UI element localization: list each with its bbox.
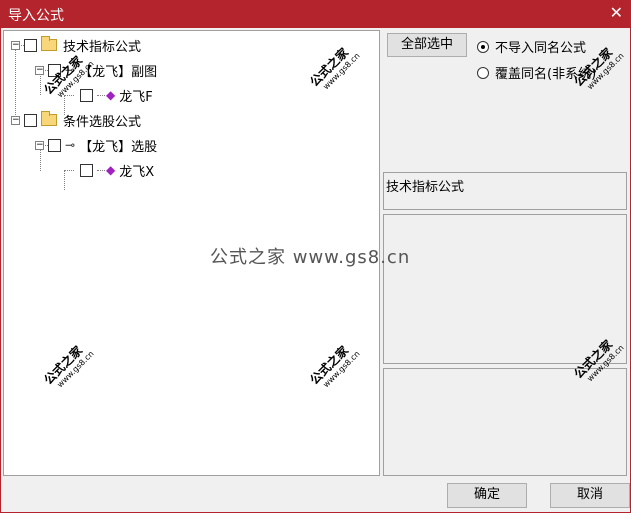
formula-gem-icon: ◆: [106, 163, 116, 177]
formula-category-box: 技术指标公式: [383, 172, 627, 210]
tree-checkbox[interactable]: [48, 63, 61, 77]
folder-icon: [41, 111, 57, 126]
formula-gem-icon: ◆: [106, 88, 116, 102]
key-icon: ⊸: [65, 138, 76, 152]
radio-skip-same-name[interactable]: [477, 40, 489, 53]
folder-icon: [41, 36, 57, 51]
option-overwrite-same-name[interactable]: 覆盖同名(非系统): [477, 63, 596, 82]
tree-node-label: 技术指标公式: [63, 39, 142, 55]
tree-node-indicator-formulas[interactable]: − 技术指标公式: [11, 35, 141, 55]
cancel-button[interactable]: 取消: [550, 483, 630, 508]
formula-description-box: [383, 214, 627, 364]
close-icon[interactable]: ✕: [610, 3, 623, 22]
formula-connector: [97, 94, 105, 96]
key-icon: ⊸: [65, 63, 76, 77]
tree-node-formula-x[interactable]: ◆ 龙飞X: [80, 160, 154, 180]
tree-connector: [64, 170, 74, 171]
collapse-icon[interactable]: −: [35, 140, 44, 150]
import-dialog: − 技术指标公式 − ⊸ 【龙飞】副图 ◆ 龙飞F − 条件选股公式 − ⊸ 【…: [0, 27, 631, 513]
ok-button[interactable]: 确定: [447, 483, 527, 508]
window-title: 导入公式: [8, 8, 64, 24]
radio-overwrite-same-name[interactable]: [477, 66, 489, 79]
collapse-icon[interactable]: −: [35, 65, 44, 75]
formula-connector: [97, 169, 105, 171]
formula-category-text: 技术指标公式: [386, 180, 465, 195]
tree-connector: [64, 95, 74, 96]
option-label: 覆盖同名(非系统): [495, 67, 597, 82]
select-all-button[interactable]: 全部选中: [387, 33, 467, 57]
tree-node-formula-f[interactable]: ◆ 龙飞F: [80, 85, 153, 105]
tree-checkbox[interactable]: [80, 88, 93, 102]
option-skip-same-name[interactable]: 不导入同名公式: [477, 37, 586, 56]
tree-node-label: 条件选股公式: [63, 114, 142, 130]
tree-node-label: 龙飞F: [119, 89, 153, 105]
tree-node-screening-formulas[interactable]: − 条件选股公式: [11, 110, 141, 130]
center-watermark: 公式之家 www.gs8.cn: [210, 247, 411, 268]
tree-node-sub-chart[interactable]: − ⊸ 【龙飞】副图: [35, 60, 157, 80]
tree-checkbox[interactable]: [48, 138, 61, 152]
tree-node-label: 【龙飞】副图: [79, 64, 158, 80]
title-bar: 导入公式 ✕: [0, 0, 631, 27]
tree-checkbox[interactable]: [24, 38, 37, 52]
tree-node-label: 龙飞X: [119, 164, 155, 180]
tree-checkbox[interactable]: [24, 113, 37, 127]
formula-details-box: [383, 368, 627, 476]
tree-checkbox[interactable]: [80, 163, 93, 177]
tree-node-label: 【龙飞】选股: [79, 139, 158, 155]
tree-node-stock-screen[interactable]: − ⊸ 【龙飞】选股: [35, 135, 157, 155]
tree-connector: [64, 170, 65, 190]
collapse-icon[interactable]: −: [11, 115, 20, 125]
collapse-icon[interactable]: −: [11, 40, 20, 50]
option-label: 不导入同名公式: [495, 41, 587, 56]
